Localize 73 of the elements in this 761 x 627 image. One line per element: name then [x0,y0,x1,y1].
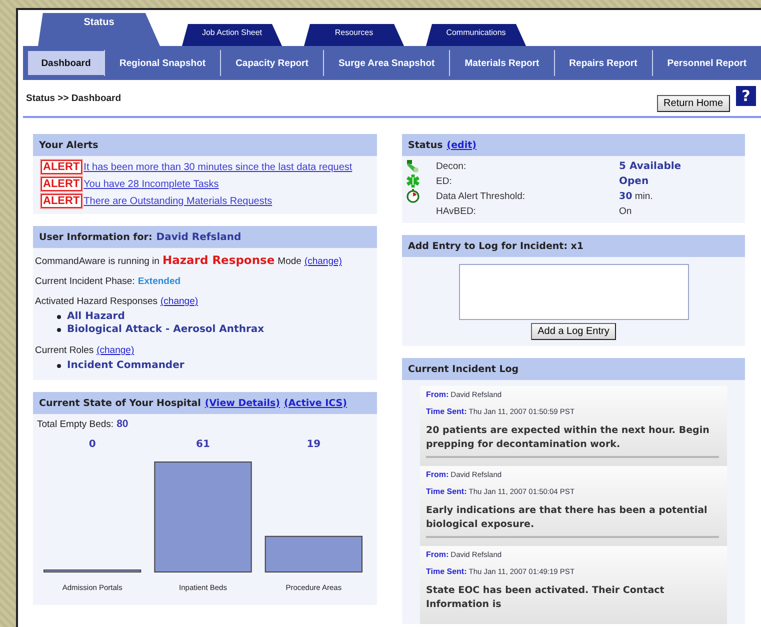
help-button[interactable]: ? [736,86,756,106]
status-label: Decon: [436,160,468,172]
tab[interactable]: Resources [304,24,404,46]
status-value: On [619,206,633,216]
bullet-icon [57,314,61,318]
edit-link[interactable]: (edit) [446,140,476,150]
change-link[interactable]: (change) [160,296,198,307]
status-value: Open [619,176,650,186]
tab[interactable]: Dashboard [28,51,104,75]
status-value: 5 Available [619,160,682,172]
bottle-icon [406,159,420,173]
status-label: Data Alert Threshold: [436,190,526,202]
time-label: Time Sent: [426,567,467,576]
alert-link[interactable]: You have 28 Incomplete Tasks [84,178,219,190]
list-label: Activated Hazard Responses [35,296,158,307]
list-label: Current Roles [35,345,94,356]
bullet-icon [57,364,61,368]
log-message: 20 patients are expected within the next hour. Begin prepping for decontamination work. [426,424,719,458]
mode-value: Hazard Response [162,253,275,267]
alert-badge: ALERT [41,160,82,174]
tab[interactable]: Surge Area Snapshot [324,51,450,75]
phase-label: Current Incident Phase: [35,276,135,287]
header-link[interactable]: (View Details) [204,398,280,408]
panel-title: Current Incident Log [408,364,519,374]
log-entry-field[interactable] [458,264,688,320]
time-label: Time Sent: [426,407,467,416]
status-label: HAvBED: [436,206,477,216]
user-name: David Refsland [156,232,242,242]
from-label: From: [426,550,449,559]
tab[interactable]: Repairs Report [554,51,652,75]
breadcrumb: Status >> Dashboard [26,92,122,104]
add-log-entry-button[interactable]: Add a Log Entry [530,323,616,340]
log-message: State EOC has been activated. Their Contact Information is [426,584,666,612]
alert-link[interactable]: It has been more than 30 minutes since the last data request [84,162,352,172]
phase-value: Extended [138,276,181,287]
list-item: All Hazard [67,310,125,323]
tab[interactable]: Materials Report [450,51,554,75]
value-label: 0 [88,439,96,450]
from-label: From: [426,470,449,479]
alert-link[interactable]: There are Outstanding Materials Requests [84,196,272,206]
value-label: 19 [306,439,321,450]
log-message: Early indications are that there has been a potential biological exposure. [426,504,719,538]
alert-badge: ALERT [41,194,82,208]
header-link[interactable]: (Active ICS) [284,398,347,408]
stopwatch-icon [406,189,420,203]
panel-title: Status [408,140,443,150]
tab[interactable]: Personnel Report [652,51,761,75]
status-value: 30 min. [619,190,654,202]
panel-title: Current State of Your Hospital [39,398,201,408]
tab[interactable]: Capacity Report [221,51,323,75]
mode-label: CommandAware is running in [35,256,160,267]
star-of-life-icon [406,174,420,188]
panel-title: User Information for: [39,232,152,242]
total-label: Total Empty Beds: [37,419,114,430]
mode-label: Mode [278,256,302,267]
alert-badge: ALERT [41,177,82,191]
panel-title: Your Alerts [39,140,98,150]
total-value: 80 [116,418,128,430]
tab[interactable]: Status [38,13,160,46]
change-link[interactable]: (change) [96,345,134,356]
list-item: Incident Commander [67,359,184,372]
panel-title: Add Entry to Log for Incident: x1 [408,240,584,252]
from-label: From: [426,390,449,399]
return-home-button[interactable]: Return Home [656,94,730,112]
change-link[interactable]: (change) [304,256,342,267]
list-item: Biological Attack - Aerosol Anthrax [67,323,264,336]
time-label: Time Sent: [426,487,467,496]
tab[interactable]: Regional Snapshot [105,51,220,75]
tab[interactable]: Job Action Sheet [182,24,282,46]
value-label: 61 [196,439,210,450]
status-label: ED: [436,176,453,186]
bullet-icon [57,328,61,332]
tab[interactable]: Communications [426,24,526,46]
